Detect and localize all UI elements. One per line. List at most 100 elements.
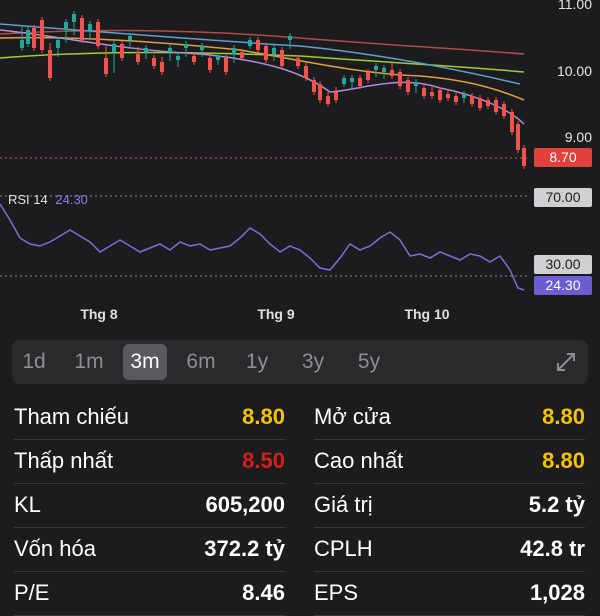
stat-row: Cao nhất 8.80 bbox=[314, 440, 585, 484]
stat-row: CPLH 42.8 tr bbox=[314, 528, 585, 572]
candle-body bbox=[208, 58, 212, 70]
candle-body bbox=[72, 14, 76, 22]
candle-body bbox=[104, 58, 108, 74]
candle-body bbox=[128, 36, 132, 40]
price-chart[interactable]: 11.00 10.00 9.00 8.70 RSI 14 24.30 70.00… bbox=[0, 0, 600, 300]
candlestick-chart-svg[interactable] bbox=[0, 0, 600, 300]
stat-row: P/E 8.46 bbox=[14, 572, 285, 616]
stat-value: 372.2 tỷ bbox=[204, 536, 285, 561]
candle-body bbox=[462, 94, 466, 98]
rsi-line bbox=[0, 203, 525, 291]
candle-body bbox=[334, 92, 338, 100]
candle-body bbox=[192, 56, 196, 62]
ma-line-orange bbox=[0, 36, 525, 101]
stat-label: Cao nhất bbox=[314, 448, 404, 473]
stat-label: CPLH bbox=[314, 536, 373, 561]
candle-body bbox=[272, 48, 276, 54]
timeframe-3y[interactable]: 3y bbox=[291, 344, 335, 380]
candle-body bbox=[446, 94, 450, 98]
candle-body bbox=[152, 58, 156, 66]
price-tick-9: 9.00 bbox=[564, 129, 592, 145]
candle-body bbox=[112, 44, 116, 52]
candle-body bbox=[398, 72, 402, 86]
candle-body bbox=[422, 88, 426, 96]
stat-row: Tham chiếu 8.80 bbox=[14, 396, 285, 440]
candle-body bbox=[326, 96, 330, 104]
expand-arrows-icon[interactable] bbox=[554, 350, 578, 374]
candle-body bbox=[232, 48, 236, 54]
candle-body bbox=[304, 66, 308, 78]
candle-body bbox=[312, 80, 316, 92]
rsi-lower-badge: 30.00 bbox=[534, 255, 592, 274]
candle-body bbox=[350, 78, 354, 82]
candle-body bbox=[318, 84, 322, 100]
candle-body bbox=[478, 98, 482, 108]
stat-label: Giá trị bbox=[314, 492, 373, 517]
ma-line-red bbox=[0, 29, 525, 55]
candle-body bbox=[184, 44, 188, 48]
stat-value: 5.2 tỷ bbox=[528, 492, 585, 517]
rsi-upper-badge: 70.00 bbox=[534, 188, 592, 207]
candle-body bbox=[56, 40, 60, 48]
current-price-badge: 8.70 bbox=[534, 148, 592, 167]
candle-body bbox=[486, 100, 490, 106]
candle-body bbox=[374, 66, 378, 70]
month-label-aug: Thg 8 bbox=[80, 306, 118, 322]
stat-value: 8.46 bbox=[242, 580, 285, 605]
timeframe-3m[interactable]: 3m bbox=[123, 344, 167, 380]
stat-label: Tham chiếu bbox=[14, 404, 129, 429]
candle-body bbox=[176, 56, 180, 60]
candle-body bbox=[26, 30, 30, 44]
candle-body bbox=[88, 24, 92, 30]
candle-body bbox=[438, 90, 442, 100]
timeframe-5y[interactable]: 5y bbox=[347, 344, 391, 380]
stat-value: 8.80 bbox=[542, 404, 585, 429]
candle-body bbox=[200, 46, 204, 50]
candle-body bbox=[160, 62, 164, 72]
stat-row: Thấp nhất 8.50 bbox=[14, 440, 285, 484]
candle-body bbox=[510, 112, 514, 132]
rsi-legend: RSI 14 24.30 bbox=[8, 192, 88, 207]
stat-value: 1,028 bbox=[529, 580, 585, 605]
timeframe-6m[interactable]: 6m bbox=[179, 344, 223, 380]
price-tick-11: 11.00 bbox=[558, 0, 592, 12]
candle-body bbox=[430, 92, 434, 96]
candle-body bbox=[96, 22, 100, 46]
candle-body bbox=[382, 68, 386, 72]
stat-row: Giá trị 5.2 tỷ bbox=[314, 484, 585, 528]
candle-body bbox=[414, 82, 418, 86]
candle-body bbox=[494, 100, 498, 112]
stat-label: Thấp nhất bbox=[14, 448, 114, 473]
month-label-sep: Thg 9 bbox=[257, 306, 295, 322]
stat-label: KL bbox=[14, 492, 41, 517]
candle-body bbox=[406, 80, 410, 92]
candle-body bbox=[136, 54, 140, 62]
stat-value: 8.80 bbox=[542, 448, 585, 473]
stat-label: EPS bbox=[314, 580, 359, 605]
candle-body bbox=[32, 28, 36, 48]
timeframe-1m[interactable]: 1m bbox=[67, 344, 111, 380]
candle-body bbox=[296, 58, 300, 66]
candle-body bbox=[522, 148, 526, 166]
candle-body bbox=[470, 96, 474, 104]
stat-row: Vốn hóa 372.2 tỷ bbox=[14, 528, 285, 572]
candle-body bbox=[80, 18, 84, 40]
candle-body bbox=[390, 70, 394, 76]
price-tick-10: 10.00 bbox=[556, 63, 592, 79]
rsi-legend-value: 24.30 bbox=[55, 192, 88, 207]
candle-body bbox=[20, 40, 24, 48]
candle-body bbox=[64, 22, 68, 30]
stat-value: 8.50 bbox=[242, 448, 285, 473]
candle-body bbox=[224, 58, 228, 72]
timeframe-1d[interactable]: 1d bbox=[12, 344, 56, 380]
candle-body bbox=[240, 52, 244, 58]
timeframe-1y[interactable]: 1y bbox=[235, 344, 279, 380]
stat-row: Mở cửa 8.80 bbox=[314, 396, 585, 440]
candle-body bbox=[454, 96, 458, 102]
candle-body bbox=[264, 46, 268, 60]
stat-label: Vốn hóa bbox=[14, 536, 96, 561]
stat-value: 8.80 bbox=[242, 404, 285, 429]
candle-body bbox=[366, 72, 370, 80]
time-axis: Thg 8 Thg 9 Thg 10 bbox=[0, 300, 600, 328]
candle-body bbox=[168, 48, 172, 52]
